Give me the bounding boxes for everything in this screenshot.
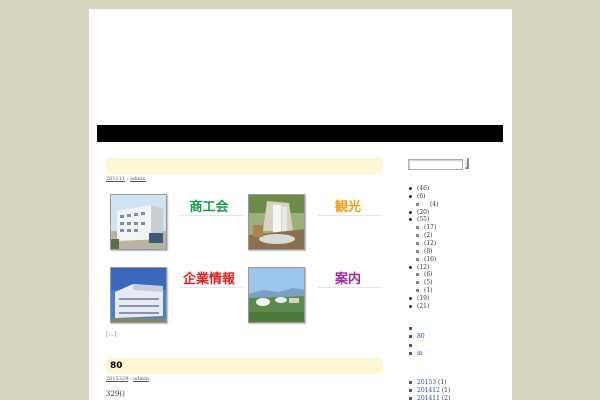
tile-label-shokokai[interactable]: 商工会: [183, 196, 235, 215]
archive-count: (1): [436, 379, 447, 386]
category-count: (6): [417, 192, 426, 200]
recent-link-item[interactable]: 80: [409, 333, 425, 340]
category-count: (21): [417, 302, 430, 310]
annai-town-photo[interactable]: [248, 267, 305, 323]
category-count: (4): [430, 200, 439, 208]
kanko-waterfall-photo[interactable]: [248, 194, 305, 250]
category-item[interactable]: (1): [416, 287, 433, 294]
search-button[interactable]: [465, 158, 469, 169]
archive-item[interactable]: 20153 (1): [409, 379, 447, 386]
post-excerpt: 329(): [106, 390, 125, 398]
bullet-icon: [409, 187, 412, 190]
category-item[interactable]: (4): [416, 201, 439, 208]
bullet-icon: [409, 335, 412, 339]
archive-link[interactable]: 201412: [417, 387, 440, 394]
search-input[interactable]: [408, 159, 463, 170]
bullet-icon: [409, 265, 412, 269]
archive-count: (1): [439, 387, 451, 394]
site-header: [89, 9, 512, 125]
category-count: (2): [424, 232, 433, 240]
archive-link[interactable]: 20153: [417, 379, 436, 386]
category-item[interactable]: (6): [409, 193, 426, 200]
category-count: (17): [424, 224, 437, 232]
post-date-link[interactable]: 2015329: [106, 376, 128, 382]
bullet-icon: [409, 296, 412, 300]
bullet-icon: [409, 304, 412, 308]
archive-item[interactable]: 201411 (2): [409, 395, 450, 400]
category-count: (5): [424, 279, 433, 287]
category-item[interactable]: (8): [416, 248, 433, 255]
bullet-icon: [409, 343, 412, 347]
post-title[interactable]: 80: [110, 361, 123, 371]
category-item[interactable]: (12): [416, 240, 436, 247]
category-item[interactable]: (16): [416, 256, 436, 263]
tile-label-kigyo[interactable]: 企業情報: [176, 268, 242, 287]
bullet-icon: [409, 381, 412, 384]
post-date-link[interactable]: 201111: [106, 176, 125, 182]
post-author-link[interactable]: admin: [130, 176, 146, 182]
category-item[interactable]: (6): [416, 271, 433, 278]
recent-link-item[interactable]: in: [409, 350, 423, 357]
recent-link-text[interactable]: 80: [417, 333, 425, 340]
recent-link-item[interactable]: [409, 342, 417, 349]
bullet-icon: [416, 241, 419, 245]
tile-divider: [180, 215, 244, 216]
bullet-icon: [416, 289, 419, 293]
category-count: (55): [417, 216, 430, 224]
tile-divider: [318, 215, 382, 216]
bullet-icon: [416, 281, 419, 285]
category-item[interactable]: (5): [416, 279, 433, 286]
tile-divider: [318, 287, 382, 288]
category-item[interactable]: (20): [409, 209, 429, 216]
recent-link-item[interactable]: [409, 325, 417, 332]
category-item[interactable]: (12): [409, 264, 429, 271]
bullet-icon: [409, 210, 412, 214]
shokokai-building-photo[interactable]: [110, 194, 167, 250]
category-count: (1): [424, 287, 433, 295]
category-count: (12): [417, 263, 430, 271]
tile-label-kanko[interactable]: 観光: [322, 196, 374, 215]
bullet-icon: [409, 389, 412, 392]
page-container: 201111 : admin 商工会 観光 企業情報 案内 [...] 80 2…: [89, 9, 512, 400]
category-count: (19): [417, 294, 430, 302]
kigyo-factory-photo[interactable]: [110, 267, 167, 323]
category-item[interactable]: (19): [409, 295, 429, 302]
post-meta: 2015329 : admin: [106, 376, 149, 382]
post-meta: 201111 : admin: [106, 176, 146, 182]
bullet-icon: [416, 202, 419, 206]
read-more-pager[interactable]: [...]: [106, 331, 116, 338]
category-item[interactable]: (17): [416, 224, 436, 231]
category-count: (46): [417, 185, 430, 192]
category-item[interactable]: (2): [416, 232, 433, 239]
bullet-icon: [409, 351, 412, 355]
category-item[interactable]: (21): [409, 303, 429, 310]
bullet-icon: [416, 273, 419, 277]
bullet-icon: [409, 218, 412, 222]
post-title-bar: [106, 158, 382, 174]
category-count: (20): [417, 208, 430, 216]
archive-link[interactable]: 201411: [417, 395, 440, 400]
bullet-icon: [409, 327, 412, 330]
post-author-link[interactable]: admin: [133, 376, 149, 382]
bullet-icon: [409, 194, 412, 198]
bullet-icon: [416, 257, 419, 261]
category-count: (8): [424, 247, 433, 255]
bullet-icon: [416, 249, 419, 253]
bullet-icon: [416, 234, 419, 238]
post-title-bar: 80: [106, 358, 382, 374]
category-count: (6): [424, 271, 433, 279]
category-item[interactable]: (46): [409, 185, 429, 192]
nav-bar[interactable]: [97, 125, 503, 142]
recent-link-text[interactable]: in: [417, 350, 423, 357]
tile-label-annai[interactable]: 案内: [322, 268, 374, 287]
bullet-icon: [416, 226, 419, 230]
archive-count: (2): [439, 395, 451, 400]
category-count: (12): [424, 239, 437, 247]
archive-item[interactable]: 201412 (1): [409, 387, 450, 394]
category-count: (16): [424, 255, 437, 263]
tile-divider: [180, 287, 244, 288]
category-item[interactable]: (55): [409, 216, 429, 223]
